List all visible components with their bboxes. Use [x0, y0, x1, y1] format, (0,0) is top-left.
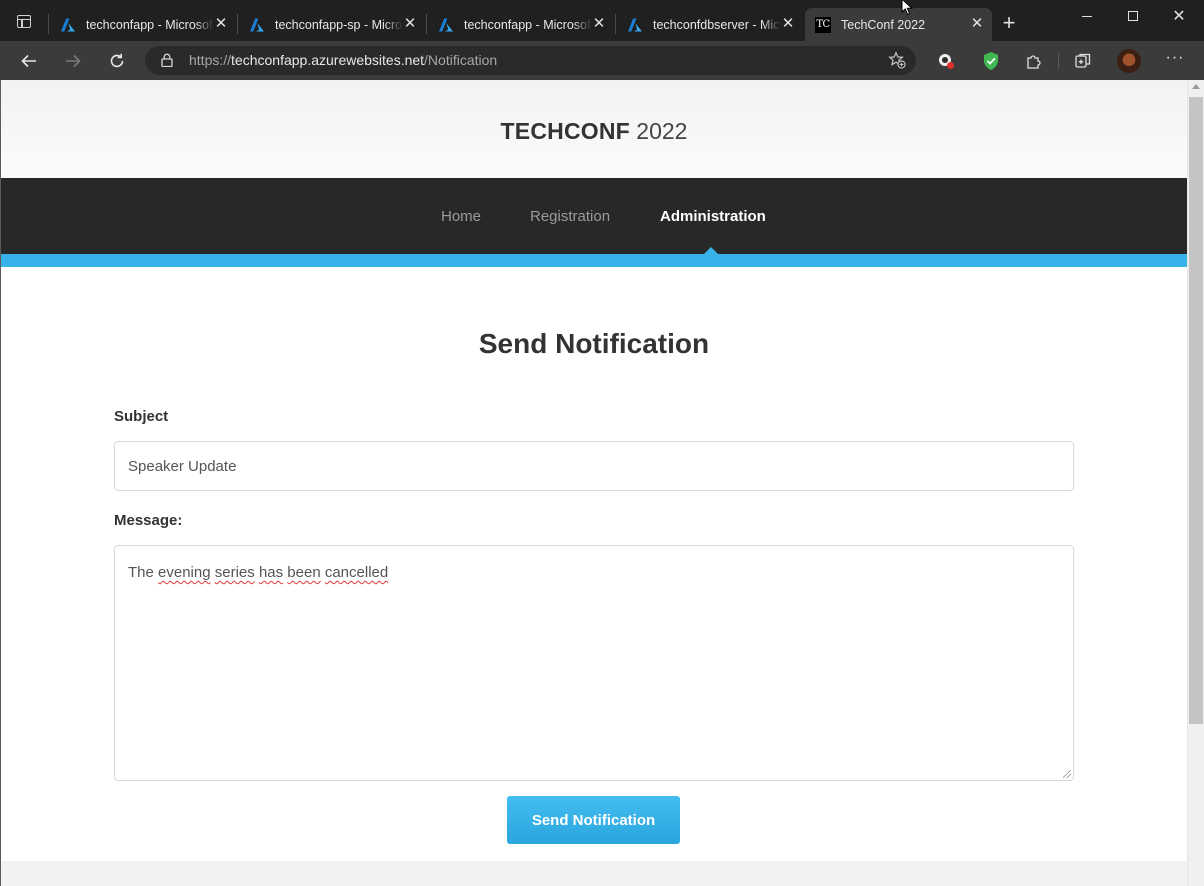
close-tab-icon[interactable]: ✕: [214, 16, 228, 31]
back-arrow-icon: [21, 54, 36, 68]
back-button[interactable]: [15, 47, 43, 75]
browser-tab-label: techconfapp-sp - Microsoft Azure: [275, 17, 403, 32]
mouse-cursor-icon: [901, 0, 914, 16]
site-nav: Home Registration Administration: [1, 178, 1187, 254]
close-tab-icon[interactable]: ✕: [403, 16, 417, 31]
puzzle-icon: [1027, 55, 1041, 69]
url-path: /Notification: [424, 52, 498, 68]
techconf-icon: TC: [815, 16, 831, 33]
browser-tab-label: techconfdbserver - Microsoft Azure: [653, 17, 781, 32]
browser-tab-label: techconfapp - Microsoft Azure: [464, 17, 592, 32]
scroll-up-icon[interactable]: [1192, 84, 1200, 89]
tab-separator: [615, 14, 616, 34]
azure-icon: [250, 18, 264, 31]
nav-accent-bar: [1, 254, 1187, 267]
forward-arrow-icon: [66, 54, 81, 68]
site-header: TECHCONF 2022: [1, 80, 1187, 178]
tab-actions-icon: [17, 14, 31, 28]
new-tab-icon[interactable]: +: [999, 12, 1019, 34]
page-footer: [1, 861, 1187, 886]
send-notification-button[interactable]: Send Notification: [507, 796, 680, 844]
add-favorite-icon[interactable]: [888, 51, 906, 69]
tracking-prevention-extension-button[interactable]: [936, 51, 956, 71]
lock-icon[interactable]: [161, 53, 173, 67]
page-scrollbar[interactable]: [1187, 80, 1204, 886]
active-nav-indicator: [704, 247, 718, 254]
refresh-icon: [110, 53, 124, 68]
url-scheme: https://: [189, 52, 232, 68]
forward-button[interactable]: [59, 47, 87, 75]
azure-icon: [628, 18, 642, 31]
close-window-icon: ✕: [1172, 8, 1186, 25]
close-tab-icon[interactable]: ✕: [970, 16, 984, 31]
maximize-button[interactable]: [1110, 0, 1156, 32]
shield-icon: [984, 52, 998, 70]
subject-input[interactable]: [114, 441, 1074, 491]
nav-item-registration[interactable]: Registration: [530, 208, 610, 225]
profile-avatar[interactable]: [1117, 49, 1141, 73]
misspelled-word: has: [258, 564, 284, 581]
message-word: The: [128, 564, 154, 581]
page-title: Send Notification: [478, 328, 710, 359]
nav-item-home[interactable]: Home: [441, 208, 481, 225]
browser-toolbar: https://techconfapp.azurewebsites.net/No…: [0, 41, 1204, 80]
url-host: techconfapp.azurewebsites.net: [231, 52, 425, 68]
browser-tab-label: techconfapp - Microsoft Azure: [86, 17, 214, 32]
shield-extension-button[interactable]: [981, 51, 1001, 71]
message-textarea[interactable]: The evening series has been cancelled: [114, 545, 1074, 781]
page-viewport: TECHCONF 2022 Home Registration Administ…: [1, 80, 1187, 886]
close-tab-icon[interactable]: ✕: [781, 16, 795, 31]
misspelled-word: cancelled: [324, 564, 389, 581]
collections-button[interactable]: [1073, 51, 1093, 71]
site-title[interactable]: TECHCONF 2022: [1, 118, 1187, 145]
extensions-button[interactable]: [1024, 51, 1044, 71]
textarea-resize-handle[interactable]: [1063, 770, 1071, 778]
refresh-button[interactable]: [103, 47, 131, 75]
subject-label: Subject: [114, 408, 169, 425]
close-window-button[interactable]: ✕: [1156, 0, 1202, 32]
misspelled-word: been: [287, 564, 321, 581]
tab-separator: [48, 14, 49, 34]
nav-item-administration[interactable]: Administration: [660, 208, 766, 225]
azure-icon: [439, 18, 453, 31]
misspelled-word: series: [214, 564, 255, 581]
more-options-icon[interactable]: ···: [1164, 49, 1186, 71]
browser-tab-3[interactable]: techconfapp - Microsoft Azure ✕: [428, 8, 614, 41]
maximize-icon: [1128, 11, 1138, 21]
azure-icon: [61, 18, 75, 31]
site-year: 2022: [629, 118, 688, 144]
browser-tab-label: TechConf 2022: [841, 17, 926, 32]
collections-icon: [1075, 53, 1091, 68]
url-text[interactable]: https://techconfapp.azurewebsites.net/No…: [189, 52, 497, 68]
browser-tab-5[interactable]: TC TechConf 2022 ✕: [805, 8, 992, 41]
toolbar-divider: [1058, 53, 1059, 69]
browser-titlebar: techconfapp - Microsoft Azure ✕ techconf…: [0, 0, 1204, 41]
minimize-icon: [1082, 15, 1092, 17]
browser-tab-1[interactable]: techconfapp - Microsoft Azure ✕: [50, 8, 236, 41]
scrollbar-thumb[interactable]: [1189, 97, 1203, 724]
browser-tab-2[interactable]: techconfapp-sp - Microsoft Azure ✕: [239, 8, 425, 41]
site-brand: TECHCONF: [500, 118, 630, 144]
close-tab-icon[interactable]: ✕: [592, 16, 606, 31]
misspelled-word: evening: [158, 564, 211, 581]
address-bar[interactable]: https://techconfapp.azurewebsites.net/No…: [145, 46, 916, 75]
tab-separator: [426, 14, 427, 34]
minimize-button[interactable]: [1064, 0, 1110, 32]
message-label: Message:: [114, 512, 183, 529]
tab-separator: [237, 14, 238, 34]
extension-search-icon: [939, 54, 954, 69]
browser-tab-4[interactable]: techconfdbserver - Microsoft Azure ✕: [617, 8, 803, 41]
tab-actions-button[interactable]: [10, 10, 38, 32]
